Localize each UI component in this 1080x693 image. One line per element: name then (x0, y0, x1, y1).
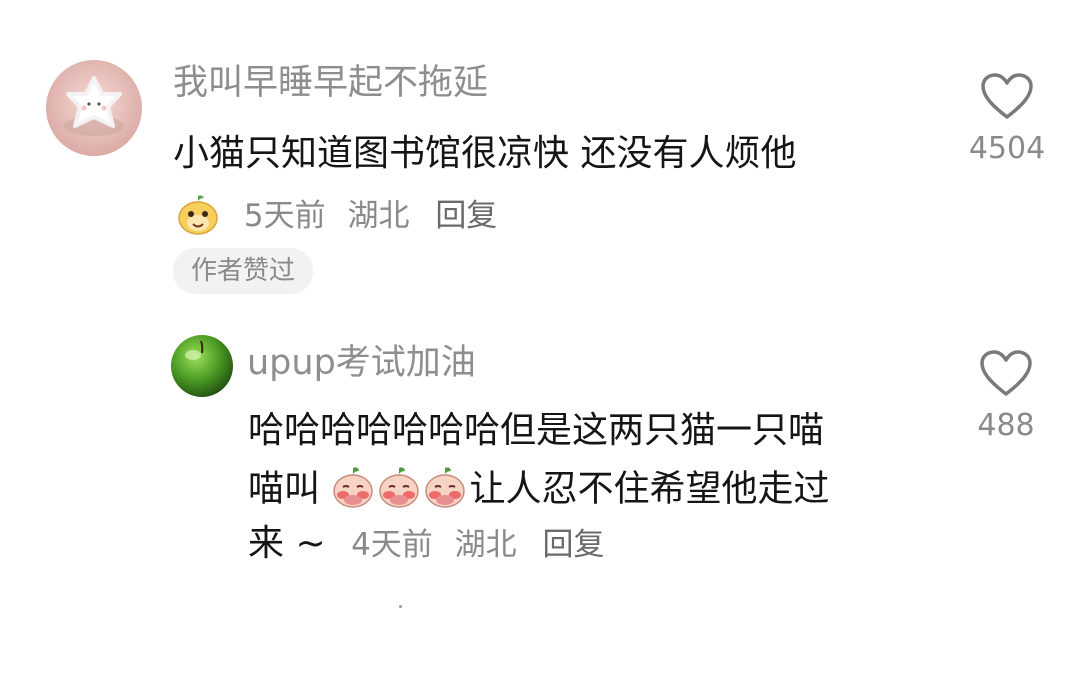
comment-text: 小猫只知道图书馆很凉快 还没有人烦他 (173, 133, 797, 174)
comment-text-line-2: 喵叫 让人忍不住希望他走过 (248, 465, 829, 516)
comment-username[interactable]: 我叫早睡早起不拖延 (173, 66, 488, 101)
like-button[interactable]: 4504 (966, 72, 1048, 164)
comment-meta: 4天前 湖北 回复 (351, 527, 604, 563)
like-count: 488 (977, 408, 1035, 443)
divider-dot (399, 605, 402, 608)
author-liked-badge: 作者赞过 (173, 248, 314, 294)
comment-text-segment: 让人忍不住希望他走过 (469, 468, 830, 510)
comment-text-line-1: 哈哈哈哈哈哈哈但是这两只猫一只喵 (248, 410, 825, 451)
comment-time: 4天前 (351, 527, 433, 563)
sticker-icon (176, 192, 220, 242)
comment-section: 我叫早睡早起不拖延 小猫只知道图书馆很凉快 还没有人烦他 5天前 湖北 回复 作… (0, 0, 1080, 693)
comment-meta: 5天前 湖北 回复 (176, 192, 497, 242)
comment-location: 湖北 (347, 197, 410, 234)
shy-emoji-icon (377, 465, 421, 516)
comment-time: 5天前 (243, 197, 326, 234)
heart-icon[interactable] (980, 72, 1034, 120)
user-avatar[interactable] (46, 60, 142, 156)
reply-button[interactable]: 回复 (435, 198, 497, 234)
comment-text-line-3: 来 ~ 4天前 湖北 回复 (248, 526, 605, 562)
heart-icon[interactable] (979, 349, 1033, 397)
user-avatar[interactable] (171, 335, 233, 397)
like-button[interactable]: 488 (965, 349, 1047, 441)
comment-text-segment: 喵叫 (248, 468, 321, 510)
comment-location: 湖北 (454, 527, 517, 563)
comment-username[interactable]: upup考试加油 (247, 346, 476, 381)
reply-button[interactable]: 回复 (543, 527, 605, 563)
comment-text-segment: 来 ~ (248, 523, 326, 564)
like-count: 4504 (968, 131, 1046, 166)
shy-emoji-icon (331, 465, 375, 516)
shy-emoji-icon (423, 465, 467, 516)
